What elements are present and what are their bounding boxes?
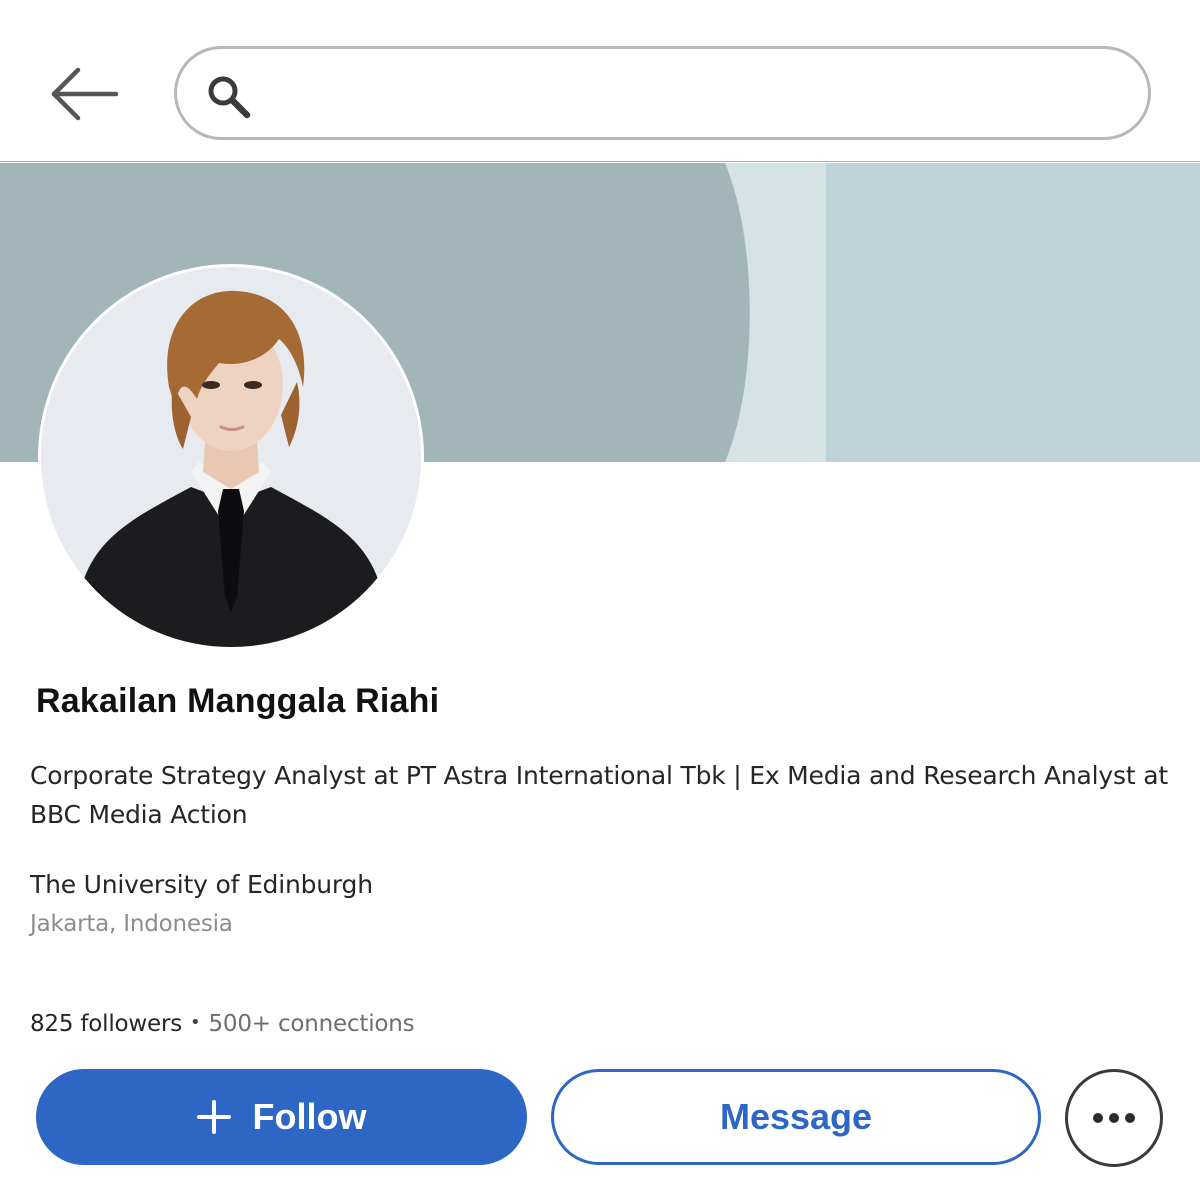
profile-location: Jakarta, Indonesia	[30, 911, 233, 937]
more-options-button[interactable]	[1065, 1069, 1163, 1167]
message-button[interactable]: Message	[551, 1069, 1041, 1165]
profile-headline: Corporate Strategy Analyst at PT Astra I…	[30, 761, 1168, 829]
follow-label: Follow	[252, 1096, 367, 1137]
back-button[interactable]	[48, 62, 120, 126]
follow-button[interactable]: Follow	[36, 1069, 527, 1165]
more-horizontal-icon	[1093, 1113, 1135, 1123]
followers-count[interactable]: 825 followers	[30, 1011, 182, 1037]
profile-stats: 825 followers • 500+ connections	[30, 1011, 415, 1037]
plus-icon	[196, 1100, 231, 1134]
profile-name: Rakailan Manggala Riahi	[36, 682, 440, 720]
message-label: Message	[719, 1096, 873, 1137]
stats-separator: •	[190, 1012, 201, 1033]
avatar-photo	[41, 267, 421, 647]
connections-count[interactable]: 500+ connections	[208, 1011, 414, 1037]
search-icon	[208, 76, 251, 119]
search-bar[interactable]	[174, 46, 1151, 140]
top-bar	[0, 0, 1200, 162]
search-input[interactable]	[273, 61, 1123, 125]
arrow-left-icon	[51, 67, 119, 121]
person-portrait	[41, 267, 421, 647]
profile-avatar[interactable]	[38, 264, 424, 650]
profile-education[interactable]: The University of Edinburgh	[30, 870, 373, 899]
